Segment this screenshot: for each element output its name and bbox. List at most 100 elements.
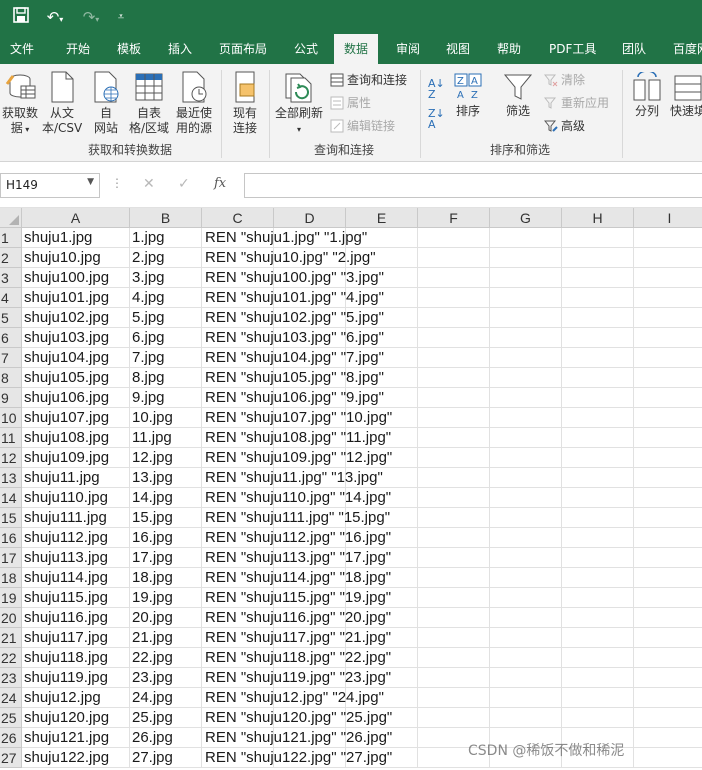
- row-header[interactable]: 20: [0, 608, 22, 628]
- cell-g[interactable]: [490, 268, 562, 288]
- cell-g[interactable]: [490, 388, 562, 408]
- cell-i[interactable]: [634, 368, 702, 388]
- cell-g[interactable]: [490, 328, 562, 348]
- column-header-b[interactable]: B: [130, 208, 202, 228]
- cell-f[interactable]: [418, 348, 490, 368]
- cell-h[interactable]: [562, 328, 634, 348]
- tab-formulas[interactable]: 公式: [294, 34, 318, 64]
- cell-f[interactable]: [418, 588, 490, 608]
- column-header-i[interactable]: I: [634, 208, 702, 228]
- column-header-a[interactable]: A: [22, 208, 130, 228]
- cell-h[interactable]: [562, 428, 634, 448]
- row-header[interactable]: 22: [0, 648, 22, 668]
- cell-h[interactable]: [562, 628, 634, 648]
- cell-h[interactable]: [562, 388, 634, 408]
- column-header-g[interactable]: G: [490, 208, 562, 228]
- row-header[interactable]: 3: [0, 268, 22, 288]
- recent-sources-button[interactable]: 最近使 用的源: [172, 70, 216, 136]
- row-header[interactable]: 1: [0, 228, 22, 248]
- cell-h[interactable]: [562, 528, 634, 548]
- cell-i[interactable]: [634, 228, 702, 248]
- cell-h[interactable]: [562, 588, 634, 608]
- row-header[interactable]: 11: [0, 428, 22, 448]
- row-header[interactable]: 9: [0, 388, 22, 408]
- text-to-columns-button[interactable]: 分列: [628, 72, 666, 119]
- cell-g[interactable]: [490, 688, 562, 708]
- customize-icon[interactable]: ⩡: [110, 6, 132, 28]
- cell-i[interactable]: [634, 448, 702, 468]
- cell-i[interactable]: [634, 388, 702, 408]
- tab-home[interactable]: 开始: [66, 34, 90, 64]
- formula-input[interactable]: [244, 173, 702, 198]
- filter-button[interactable]: 筛选: [500, 72, 536, 119]
- cell-i[interactable]: [634, 748, 702, 768]
- cell-h[interactable]: [562, 228, 634, 248]
- cell-h[interactable]: [562, 468, 634, 488]
- cell-f[interactable]: [418, 448, 490, 468]
- tab-data[interactable]: 数据: [334, 34, 379, 64]
- cell-h[interactable]: [562, 248, 634, 268]
- cell-h[interactable]: [562, 688, 634, 708]
- cell-h[interactable]: [562, 488, 634, 508]
- sort-az-button[interactable]: A↓ Z: [428, 78, 445, 100]
- row-header[interactable]: 15: [0, 508, 22, 528]
- cell-g[interactable]: [490, 348, 562, 368]
- cell-i[interactable]: [634, 548, 702, 568]
- row-header[interactable]: 12: [0, 448, 22, 468]
- advanced-filter-button[interactable]: 高级: [544, 116, 585, 136]
- cell-g[interactable]: [490, 548, 562, 568]
- column-header-c[interactable]: C: [202, 208, 274, 228]
- cell-f[interactable]: [418, 708, 490, 728]
- cell-f[interactable]: [418, 508, 490, 528]
- cell-g[interactable]: [490, 648, 562, 668]
- cell-f[interactable]: [418, 248, 490, 268]
- cell-i[interactable]: [634, 648, 702, 668]
- row-header[interactable]: 14: [0, 488, 22, 508]
- cell-h[interactable]: [562, 348, 634, 368]
- cell-g[interactable]: [490, 228, 562, 248]
- cell-i[interactable]: [634, 708, 702, 728]
- row-header[interactable]: 16: [0, 528, 22, 548]
- cell-f[interactable]: [418, 288, 490, 308]
- cell-g[interactable]: [490, 508, 562, 528]
- cell-f[interactable]: [418, 368, 490, 388]
- cell-g[interactable]: [490, 668, 562, 688]
- cell-i[interactable]: [634, 728, 702, 748]
- tab-help[interactable]: 帮助: [497, 34, 521, 64]
- row-header[interactable]: 17: [0, 548, 22, 568]
- cell-g[interactable]: [490, 248, 562, 268]
- cell-h[interactable]: [562, 288, 634, 308]
- row-header[interactable]: 10: [0, 408, 22, 428]
- cell-g[interactable]: [490, 568, 562, 588]
- cell-i[interactable]: [634, 288, 702, 308]
- row-header[interactable]: 8: [0, 368, 22, 388]
- cell-g[interactable]: [490, 488, 562, 508]
- cell-h[interactable]: [562, 668, 634, 688]
- cell-f[interactable]: [418, 308, 490, 328]
- undo-icon[interactable]: ↶▾: [40, 6, 70, 28]
- cell-f[interactable]: [418, 428, 490, 448]
- row-header[interactable]: 7: [0, 348, 22, 368]
- tab-insert[interactable]: 插入: [168, 34, 192, 64]
- column-header-d[interactable]: D: [274, 208, 346, 228]
- tab-pdf-tools[interactable]: PDF工具: [549, 34, 596, 64]
- row-header[interactable]: 21: [0, 628, 22, 648]
- tab-review[interactable]: 审阅: [396, 34, 420, 64]
- cell-i[interactable]: [634, 628, 702, 648]
- insert-function-icon[interactable]: fx: [214, 176, 226, 191]
- column-header-f[interactable]: F: [418, 208, 490, 228]
- cell-g[interactable]: [490, 628, 562, 648]
- cell-g[interactable]: [490, 428, 562, 448]
- name-box[interactable]: H149 ▼: [0, 173, 100, 198]
- tab-team[interactable]: 团队: [622, 34, 646, 64]
- cell-h[interactable]: [562, 368, 634, 388]
- cell-i[interactable]: [634, 688, 702, 708]
- cell-i[interactable]: [634, 308, 702, 328]
- row-header[interactable]: 18: [0, 568, 22, 588]
- cell-f[interactable]: [418, 228, 490, 248]
- cell-h[interactable]: [562, 268, 634, 288]
- row-header[interactable]: 23: [0, 668, 22, 688]
- row-header[interactable]: 4: [0, 288, 22, 308]
- cell-f[interactable]: [418, 648, 490, 668]
- cell-g[interactable]: [490, 368, 562, 388]
